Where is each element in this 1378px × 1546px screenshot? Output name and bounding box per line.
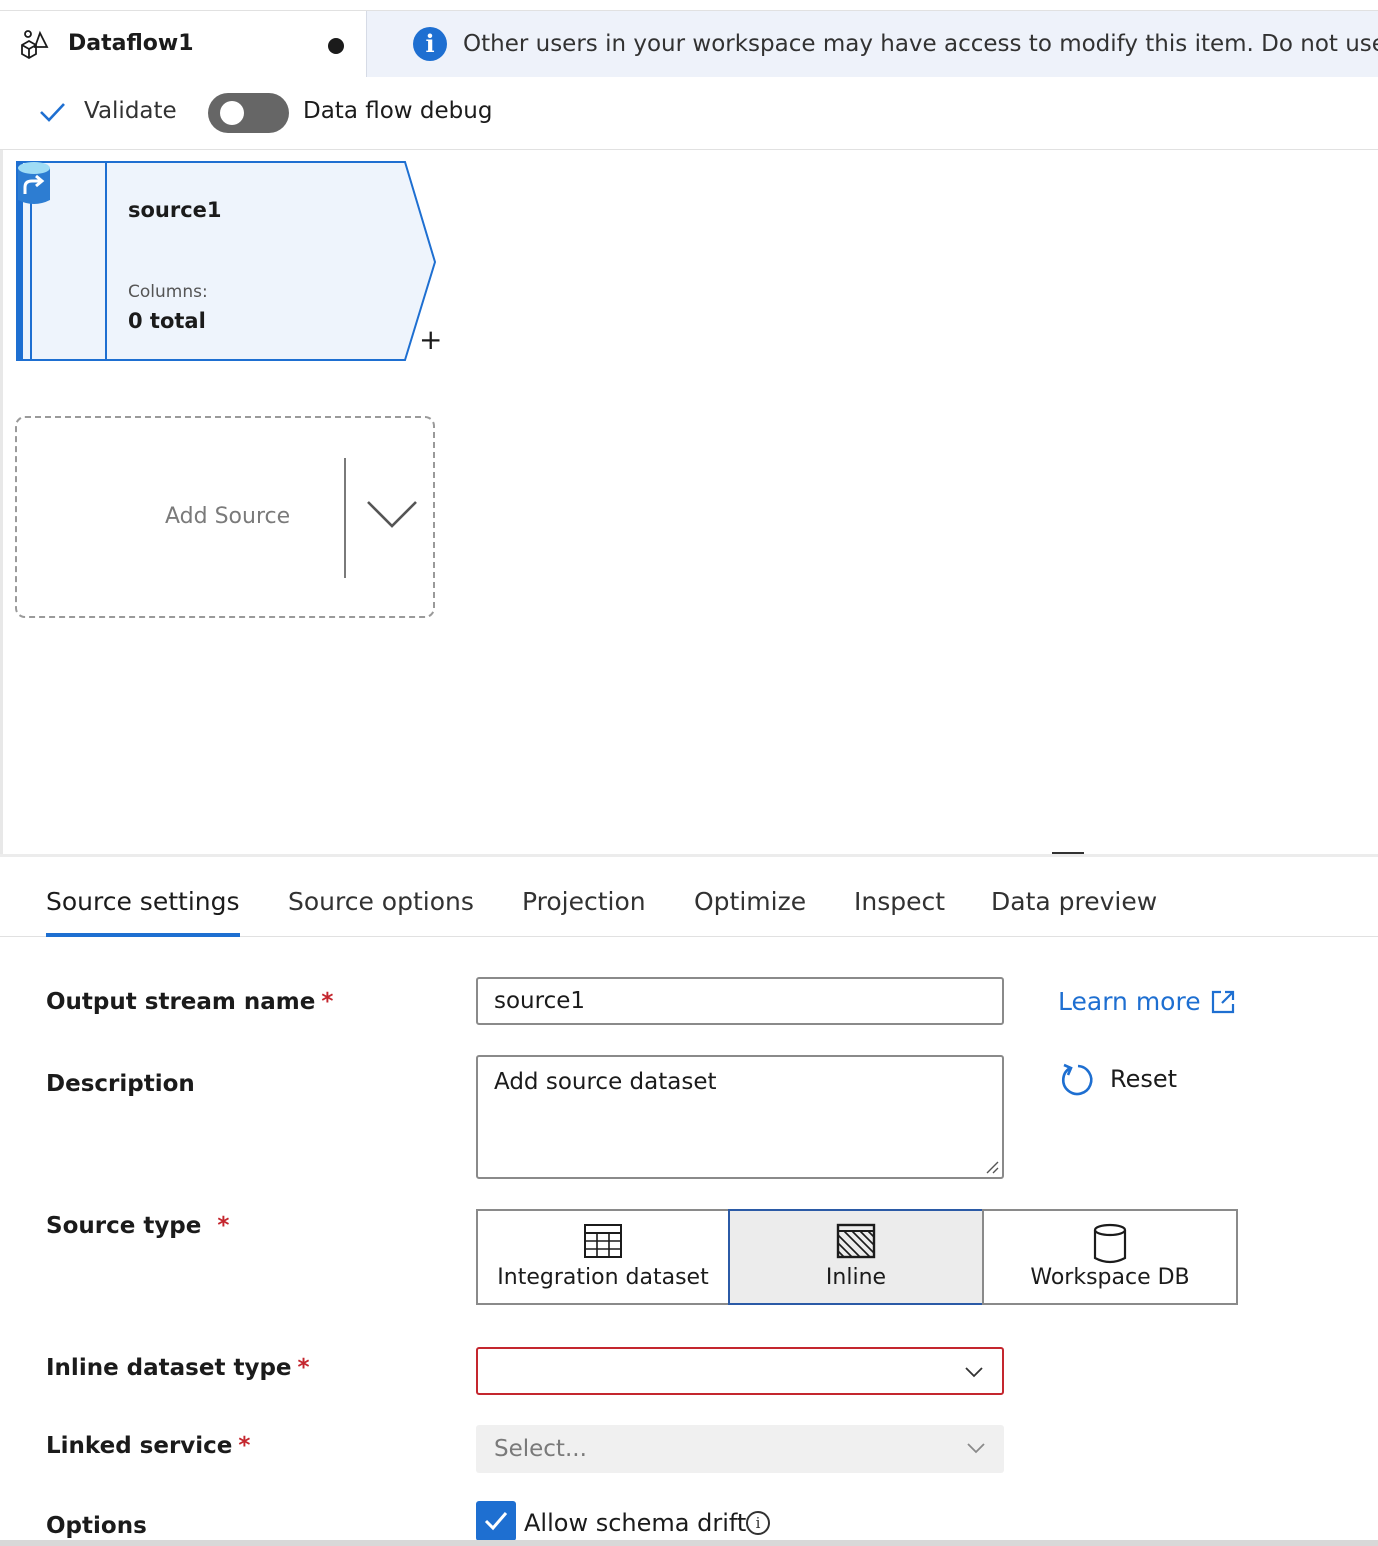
debug-toggle-label: Data flow debug [303, 98, 493, 124]
chevron-down-icon [967, 1443, 985, 1454]
checkmark-icon[interactable] [38, 98, 66, 126]
chevron-down-icon [965, 1367, 983, 1378]
validate-button[interactable]: Validate [84, 98, 177, 124]
inline-label: Inline [825, 1265, 887, 1290]
active-tab-indicator [46, 933, 240, 937]
tab-projection[interactable]: Projection [522, 887, 646, 916]
tab-data-preview[interactable]: Data preview [991, 887, 1157, 916]
bottom-border [0, 1540, 1378, 1546]
description-textarea[interactable]: Add source dataset [476, 1055, 1004, 1179]
toolbar: Validate Data flow debug [0, 76, 1378, 150]
source-type-group: Integration dataset Inline Workspace DB [476, 1209, 1238, 1305]
required-marker: * [238, 1433, 251, 1459]
linked-service-label: Linked service * [46, 1433, 251, 1459]
integration-dataset-label: Integration dataset [497, 1265, 709, 1290]
inline-icon [836, 1223, 876, 1259]
source-type-integration-dataset[interactable]: Integration dataset [476, 1209, 730, 1305]
info-icon: i [413, 27, 447, 61]
banner-message: Other users in your workspace may have a… [463, 31, 1378, 57]
source-node-shape [16, 161, 437, 361]
external-link-icon[interactable] [1210, 989, 1236, 1015]
reset-button[interactable]: Reset [1110, 1065, 1177, 1093]
add-source-divider [344, 458, 346, 578]
chevron-down-icon[interactable] [365, 496, 419, 532]
debug-toggle[interactable] [208, 93, 289, 133]
columns-value: 0 total [128, 309, 206, 333]
dataflow-icon [21, 30, 49, 60]
output-stream-label: Output stream name * [46, 989, 334, 1015]
info-icon[interactable]: i [746, 1511, 770, 1535]
resize-grip-icon[interactable] [983, 1158, 999, 1174]
database-icon [1093, 1223, 1127, 1264]
add-source-button[interactable]: Add Source [15, 416, 435, 618]
allow-schema-drift-checkbox[interactable] [476, 1501, 516, 1541]
tab-bar: Dataflow1 i Other users in your workspac… [0, 10, 1378, 77]
tab-inspect[interactable]: Inspect [854, 887, 945, 916]
description-label: Description [46, 1071, 195, 1097]
required-marker: * [217, 1213, 230, 1239]
workspace-db-label: Workspace DB [1030, 1265, 1190, 1290]
linked-service-placeholder: Select... [494, 1436, 587, 1462]
info-banner: i Other users in your workspace may have… [366, 11, 1378, 77]
source-type-workspace-db[interactable]: Workspace DB [982, 1209, 1238, 1305]
learn-more-link[interactable]: Learn more [1058, 987, 1201, 1016]
source-type-inline[interactable]: Inline [728, 1209, 984, 1305]
dataflow-canvas[interactable]: source1 Columns: 0 total + Add Source [0, 150, 1378, 854]
add-source-label: Add Source [165, 504, 291, 529]
columns-label: Columns: [128, 282, 208, 302]
description-text: Add source dataset [494, 1069, 717, 1095]
source-node-title: source1 [128, 198, 222, 222]
table-icon [584, 1224, 622, 1258]
source-node[interactable]: source1 Columns: 0 total + [15, 160, 442, 364]
source-database-icon [18, 162, 50, 204]
inline-dataset-type-select[interactable] [476, 1347, 1004, 1395]
unsaved-indicator [328, 38, 344, 54]
properties-panel: Source settings Source options Projectio… [0, 854, 1378, 1546]
tab-dataflow1[interactable]: Dataflow1 [0, 11, 366, 77]
document-title: Dataflow1 [68, 31, 194, 56]
toggle-knob [220, 101, 244, 125]
checkmark-icon [484, 1512, 508, 1531]
allow-schema-drift-label: Allow schema drift [524, 1509, 747, 1537]
reset-icon[interactable] [1058, 1061, 1096, 1099]
linked-service-select[interactable]: Select... [476, 1425, 1004, 1473]
tab-source-options[interactable]: Source options [288, 887, 474, 916]
output-stream-input[interactable] [476, 977, 1004, 1025]
inline-dataset-type-label: Inline dataset type * [46, 1355, 310, 1381]
source-type-label: Source type * [46, 1213, 230, 1239]
tab-source-settings[interactable]: Source settings [46, 887, 240, 916]
options-label: Options [46, 1513, 147, 1539]
required-marker: * [321, 989, 334, 1015]
add-transformation-button[interactable]: + [419, 326, 442, 354]
panel-tabs: Source settings Source options Projectio… [0, 857, 1378, 937]
required-marker: * [297, 1355, 310, 1381]
tab-optimize[interactable]: Optimize [694, 887, 806, 916]
